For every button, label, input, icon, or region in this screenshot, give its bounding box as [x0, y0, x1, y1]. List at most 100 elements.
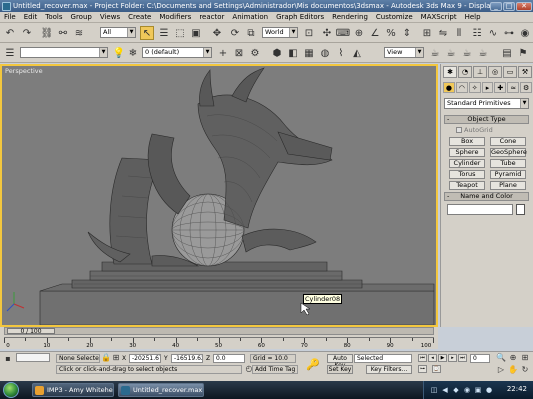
go-to-end-icon[interactable]: ⏭ — [458, 354, 467, 362]
start-button[interactable] — [3, 382, 19, 398]
select-and-scale-icon[interactable]: ⧉ — [244, 26, 258, 40]
safely-remove-icon[interactable]: ▣ — [474, 386, 482, 394]
undo-icon[interactable]: ↶ — [3, 26, 17, 40]
layer-icon[interactable]: ☰ — [3, 46, 17, 60]
minimize-button[interactable]: _ — [490, 1, 502, 11]
tab-modify[interactable]: ◔ — [458, 66, 472, 78]
unlink-icon[interactable]: ⚯ — [56, 26, 70, 40]
field-of-view-icon[interactable]: ▷ — [496, 365, 506, 375]
menu-rendering[interactable]: Rendering — [328, 13, 372, 21]
reactor-icon[interactable]: ⬢ — [270, 46, 284, 60]
tab-display[interactable]: ▭ — [503, 66, 517, 78]
network-icon[interactable]: ◫ — [430, 386, 438, 394]
menu-reactor[interactable]: reactor — [195, 13, 228, 21]
maxscript-listener-icon[interactable]: ▪ — [3, 354, 13, 364]
time-slider-thumb[interactable]: 0 / 100 — [7, 328, 55, 335]
pan-view-icon[interactable]: ✋ — [508, 365, 518, 375]
align-icon[interactable]: ⫴ — [452, 26, 466, 40]
tab-motion[interactable]: ◎ — [488, 66, 502, 78]
menu-customize[interactable]: Customize — [372, 13, 417, 21]
menu-tools[interactable]: Tools — [41, 13, 66, 21]
soft-body-icon[interactable]: ◍ — [318, 46, 332, 60]
render-scene-icon[interactable]: ☕ — [428, 46, 442, 60]
menu-modifiers[interactable]: Modifiers — [155, 13, 195, 21]
torus-button[interactable]: Torus — [449, 170, 485, 179]
render-setup-icon[interactable]: ⚑ — [516, 46, 530, 60]
set-key-button[interactable]: Set Key — [327, 365, 353, 374]
snaps-toggle-icon[interactable]: ⊕ — [352, 26, 366, 40]
selection-filter-combo[interactable]: All ▼ — [100, 27, 136, 38]
teapot-button[interactable]: Teapot — [449, 181, 485, 190]
select-and-move-icon[interactable]: ✥ — [210, 26, 224, 40]
current-frame-field[interactable]: 0 — [470, 354, 490, 363]
tab-hierarchy[interactable]: ⊥ — [473, 66, 487, 78]
tab-utilities[interactable]: ⚒ — [518, 66, 532, 78]
menu-help[interactable]: Help — [461, 13, 485, 21]
add-to-layer-icon[interactable]: + — [216, 46, 230, 60]
activeshade-icon[interactable]: ☕ — [476, 46, 490, 60]
layer-manager-icon[interactable]: ☷ — [470, 26, 484, 40]
select-object-icon[interactable]: ↖ — [140, 26, 154, 40]
menu-file[interactable]: File — [0, 13, 20, 21]
keyboard-shortcut-icon[interactable]: ⌨ — [336, 26, 350, 40]
next-frame-icon[interactable]: ▸ — [448, 354, 457, 362]
lights-icon[interactable]: ✧ — [468, 82, 481, 93]
maxscript-mini-listener[interactable] — [16, 353, 50, 362]
key-mode-combo[interactable]: Selected — [354, 354, 412, 363]
box-button[interactable]: Box — [449, 137, 485, 146]
3dsmax-app-icon[interactable] — [2, 1, 11, 11]
name-and-color-header[interactable]: - Name and Color — [444, 192, 529, 201]
time-configuration-icon[interactable]: ⌚ — [432, 365, 441, 373]
z-coordinate-field[interactable]: 0.0 — [213, 354, 245, 363]
menu-maxscript[interactable]: MAXScript — [417, 13, 461, 21]
plane-button[interactable]: Plane — [490, 181, 526, 190]
redo-icon[interactable]: ↷ — [20, 26, 34, 40]
zoom-all-icon[interactable]: ⊕ — [508, 353, 518, 363]
arc-rotate-icon[interactable]: ↻ — [520, 365, 530, 375]
zoom-icon[interactable]: 🔍 — [496, 353, 506, 363]
language-icon[interactable]: ◉ — [463, 386, 471, 394]
key-mode-toggle-icon[interactable]: ⊶ — [418, 365, 427, 373]
render-last-icon[interactable]: ☕ — [460, 46, 474, 60]
menu-edit[interactable]: Edit — [20, 13, 42, 21]
volume-icon[interactable]: ◀ — [441, 386, 449, 394]
cone-button[interactable]: Cone — [490, 137, 526, 146]
pyramid-button[interactable]: Pyramid — [490, 170, 526, 179]
zoom-extents-icon[interactable]: ⊞ — [520, 353, 530, 363]
time-slider[interactable]: 0 / 100 — [4, 327, 434, 335]
shapes-icon[interactable]: ◠ — [455, 82, 468, 93]
auto-key-button[interactable]: Auto Key — [327, 354, 353, 369]
close-button[interactable]: ✕ — [516, 1, 532, 11]
primitive-category-combo[interactable]: Standard Primitives ▼ — [444, 98, 529, 109]
taskbar-item-3dsmax[interactable]: Untitled_recover.max... — [118, 383, 204, 397]
select-and-manipulate-icon[interactable]: ✣ — [320, 26, 334, 40]
antivirus-icon[interactable]: ◆ — [452, 386, 460, 394]
taskbar-item-media-player[interactable]: IMP3 - Amy Whitehe... — [32, 383, 114, 397]
select-and-link-icon[interactable]: ⛓ — [40, 26, 54, 40]
select-in-layer-icon[interactable]: ⊠ — [232, 46, 246, 60]
systems-icon[interactable]: ⚙ — [520, 82, 533, 93]
spinner-snap-icon[interactable]: ⇕ — [400, 26, 414, 40]
pivot-center-icon[interactable]: ⊡ — [302, 26, 316, 40]
tray-app-icon[interactable]: ● — [485, 386, 493, 394]
rendered-frame-icon[interactable]: ▤ — [500, 46, 514, 60]
y-coordinate-field[interactable]: -16519.62 — [171, 354, 203, 363]
layer-combo[interactable]: 0 (default) ▼ — [142, 47, 212, 58]
reference-coord-combo[interactable]: World ▼ — [262, 27, 298, 38]
mirror-icon[interactable]: ⇋ — [436, 26, 450, 40]
menu-animation[interactable]: Animation — [228, 13, 272, 21]
tab-create[interactable]: ✱ — [443, 66, 457, 78]
named-selection-sets-icon[interactable]: ⊞ — [420, 26, 434, 40]
geosphere-button[interactable]: GeoSphere — [490, 148, 527, 157]
geometry-icon[interactable]: ● — [443, 82, 455, 93]
key-filters-button[interactable]: Key Filters... — [366, 365, 412, 374]
menu-views[interactable]: Views — [96, 13, 124, 21]
quick-render-icon[interactable]: ☕ — [444, 46, 458, 60]
absolute-mode-icon[interactable]: ⊞ — [111, 353, 121, 363]
select-and-rotate-icon[interactable]: ⟳ — [228, 26, 242, 40]
sphere-button[interactable]: Sphere — [449, 148, 485, 157]
bind-to-space-warp-icon[interactable]: ≋ — [72, 26, 86, 40]
render-preset-combo[interactable]: View ▼ — [384, 47, 424, 58]
cylinder-button[interactable]: Cylinder — [449, 159, 485, 168]
frame-ruler[interactable]: 0 10 20 30 40 50 60 70 80 90 100 — [4, 337, 434, 349]
